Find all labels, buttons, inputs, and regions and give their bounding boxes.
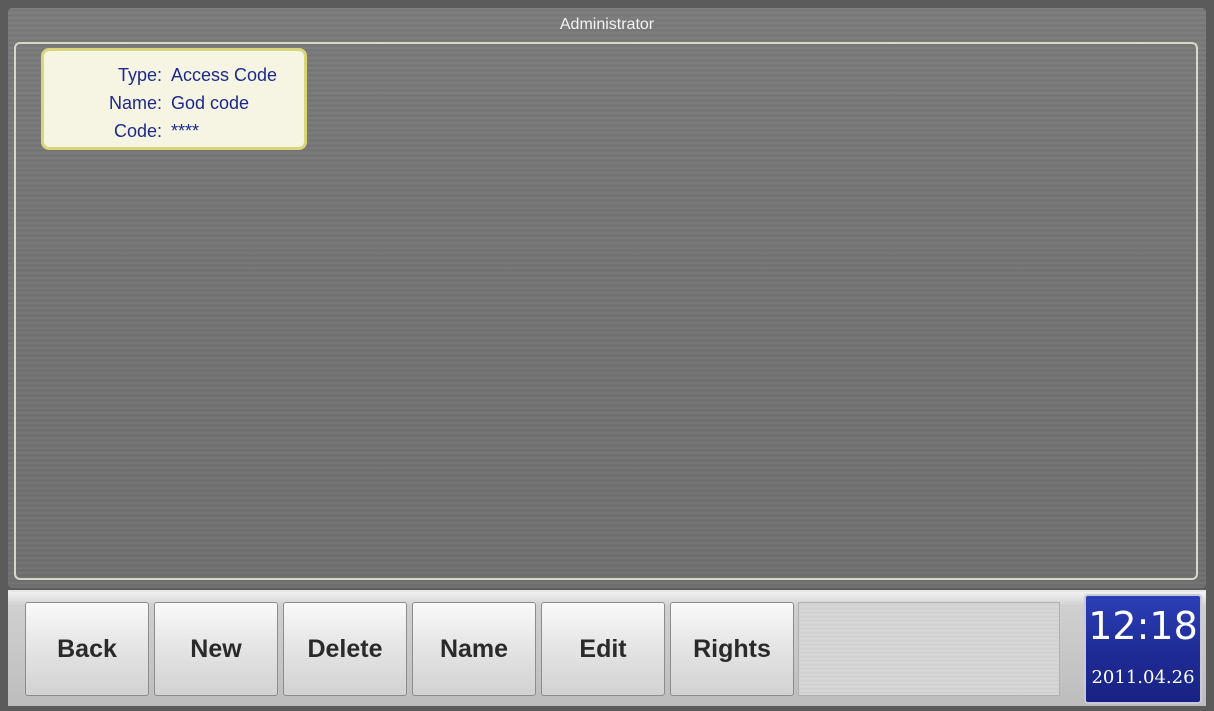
name-value: God code	[171, 93, 250, 113]
code-label: Code:	[113, 121, 162, 141]
card-row-type: Type: Access Code	[44, 61, 304, 89]
window-title: Administrator	[559, 16, 655, 33]
edit-button[interactable]: Edit	[541, 602, 665, 696]
access-code-card[interactable]: Type: Access Code Name: God code Code: *…	[41, 48, 307, 150]
back-button[interactable]: Back	[25, 602, 149, 696]
clock-widget: 12:18 2011.04.26	[1084, 594, 1202, 704]
new-button[interactable]: New	[154, 602, 278, 696]
type-value: Access Code	[171, 65, 278, 85]
clock-time: 12:18	[1088, 604, 1198, 648]
delete-button[interactable]: Delete	[283, 602, 407, 696]
card-row-code: Code: ****	[44, 117, 304, 145]
app-window: Administrator Type: Access Code Name: Go…	[0, 0, 1214, 711]
toolbar-empty-slot	[798, 602, 1060, 696]
card-row-name: Name: God code	[44, 89, 304, 117]
rights-button[interactable]: Rights	[670, 602, 794, 696]
name-label: Name:	[108, 93, 162, 113]
bottom-toolbar: Back New Delete Name Edit Rights 12:18 2…	[8, 590, 1206, 706]
main-panel: Administrator Type: Access Code Name: Go…	[8, 8, 1206, 588]
name-button[interactable]: Name	[412, 602, 536, 696]
clock-date: 2011.04.26	[1091, 667, 1195, 688]
code-value: ****	[171, 121, 200, 141]
type-label: Type:	[117, 65, 162, 85]
